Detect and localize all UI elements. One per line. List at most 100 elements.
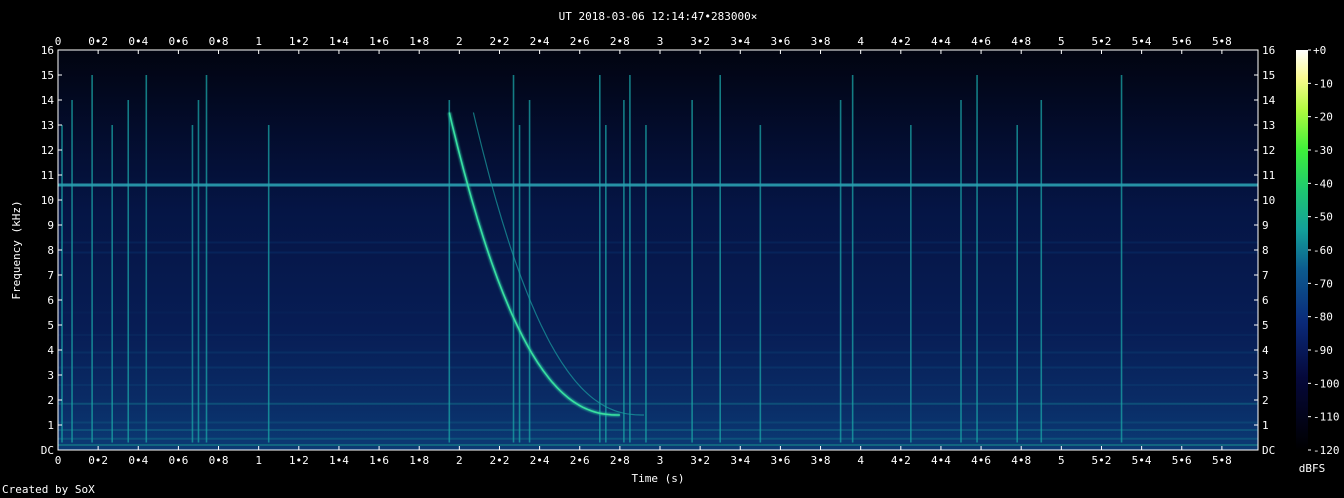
y-tick-label: 3 (1262, 369, 1269, 382)
y-tick-label: 13 (41, 119, 54, 132)
colorbar-tick-label: -120 (1313, 444, 1340, 457)
colorbar-tick-label: -110 (1313, 411, 1340, 424)
x-tick-label: 0•2 (88, 35, 108, 48)
colorbar-tick-label: -20 (1313, 111, 1333, 124)
x-tick-label: 1•2 (289, 454, 309, 467)
y-tick-label: DC (41, 444, 54, 457)
x-tick-label: 3•4 (730, 454, 750, 467)
x-tick-label: 5•4 (1132, 454, 1152, 467)
colorbar-tick-label: +0 (1313, 44, 1326, 57)
x-tick-label: 4•6 (971, 35, 991, 48)
y-tick-label: 6 (47, 294, 54, 307)
y-tick-label: 15 (1262, 69, 1275, 82)
x-tick-label: 5•6 (1172, 35, 1192, 48)
y-tick-label: 12 (41, 144, 54, 157)
x-tick-label: 5 (1058, 454, 1065, 467)
x-tick-label: 1•4 (329, 454, 349, 467)
x-tick-label: 4•4 (931, 35, 951, 48)
y-tick-label: 5 (1262, 319, 1269, 332)
colorbar-gradient (1296, 50, 1308, 450)
colorbar-tick-label: -70 (1313, 277, 1333, 290)
x-tick-label: 2•6 (570, 454, 590, 467)
x-tick-label: 2•2 (490, 35, 510, 48)
x-tick-label: 0•2 (88, 454, 108, 467)
x-tick-label: 3•6 (770, 35, 790, 48)
colorbar-tick-label: -60 (1313, 244, 1333, 257)
y-tick-label: 15 (41, 69, 54, 82)
x-tick-label: 1•8 (409, 35, 429, 48)
y-tick-label: 2 (1262, 394, 1269, 407)
x-tick-label: 3 (657, 454, 664, 467)
y-tick-label: 3 (47, 369, 54, 382)
x-tick-label: 2 (456, 35, 463, 48)
x-axis-label: Time (s) (632, 472, 685, 485)
chart-title: UT 2018-03-06 12:14:47•283000× (559, 10, 758, 23)
x-tick-label: 0•4 (128, 35, 148, 48)
colorbar-tick-label: -100 (1313, 377, 1340, 390)
y-tick-label: 16 (41, 44, 54, 57)
x-tick-label: 5•8 (1212, 454, 1232, 467)
x-tick-label: 4•8 (1011, 35, 1031, 48)
x-tick-label: 3•4 (730, 35, 750, 48)
x-tick-label: 3 (657, 35, 664, 48)
spectrogram-chart: 0 0•2 0•4 0•6 0•8 1 1•2 1•4 1•6 1•8 2 2•2 2•4 2•6 2•8 3… (10, 10, 1340, 485)
x-tick-label: 2•6 (570, 35, 590, 48)
colorbar-tick-label: -80 (1313, 311, 1333, 324)
x-tick-label: 0•4 (128, 454, 148, 467)
plot-area (57, 49, 1259, 451)
x-tick-label: 4•2 (891, 454, 911, 467)
y-tick-label: 14 (1262, 94, 1276, 107)
x-tick-label: 1•8 (409, 454, 429, 467)
x-tick-label: 4•4 (931, 454, 951, 467)
y-tick-label: 16 (1262, 44, 1275, 57)
colorbar-tick-label: -90 (1313, 344, 1333, 357)
y-tick-label: 8 (47, 244, 54, 257)
colorbar-tick-label: -10 (1313, 77, 1333, 90)
spectrogram-background (58, 50, 1258, 450)
y-tick-label: 10 (41, 194, 54, 207)
x-tick-label: 4 (857, 35, 864, 48)
y-tick-label: 1 (47, 419, 54, 432)
x-tick-label: 5•8 (1212, 35, 1232, 48)
x-tick-label: 0•6 (168, 454, 188, 467)
y-tick-label: 10 (1262, 194, 1275, 207)
y-tick-label: 14 (41, 94, 55, 107)
y-tick-label: 1 (1262, 419, 1269, 432)
x-tick-label: 1•2 (289, 35, 309, 48)
x-tick-label: 0 (55, 35, 62, 48)
footer-credit: Created by SoX (2, 483, 95, 496)
x-tick-label: 3•8 (811, 35, 831, 48)
colorbar-tick-label: -40 (1313, 177, 1333, 190)
y-axis-label: Frequency (kHz) (10, 200, 23, 299)
x-tick-label: 2 (456, 454, 463, 467)
y-tick-label: DC (1262, 444, 1275, 457)
x-tick-label: 5•2 (1092, 35, 1112, 48)
y-tick-label: 11 (41, 169, 54, 182)
y-tick-label: 11 (1262, 169, 1275, 182)
y-tick-label: 7 (1262, 269, 1269, 282)
x-tick-label: 3•6 (770, 454, 790, 467)
x-tick-label: 5•6 (1172, 454, 1192, 467)
x-tick-label: 1 (255, 35, 262, 48)
y-tick-label: 12 (1262, 144, 1275, 157)
x-tick-label: 3•2 (690, 454, 710, 467)
y-tick-label: 2 (47, 394, 54, 407)
x-tick-label: 2•8 (610, 35, 630, 48)
x-tick-label: 2•4 (530, 35, 550, 48)
y-tick-label: 5 (47, 319, 54, 332)
x-tick-label: 0•8 (209, 454, 229, 467)
x-tick-label: 2•2 (490, 454, 510, 467)
x-tick-label: 4•2 (891, 35, 911, 48)
y-tick-label: 7 (47, 269, 54, 282)
x-tick-label: 3•2 (690, 35, 710, 48)
x-tick-label: 5 (1058, 35, 1065, 48)
y-tick-label: 4 (47, 344, 54, 357)
colorbar-label: dBFS (1299, 462, 1326, 475)
y-tick-label: 13 (1262, 119, 1275, 132)
y-tick-label: 9 (47, 219, 54, 232)
x-tick-label: 4•8 (1011, 454, 1031, 467)
x-tick-label: 4•6 (971, 454, 991, 467)
x-tick-label: 2•4 (530, 454, 550, 467)
colorbar-tick-label: -30 (1313, 144, 1333, 157)
x-tick-label: 0 (55, 454, 62, 467)
